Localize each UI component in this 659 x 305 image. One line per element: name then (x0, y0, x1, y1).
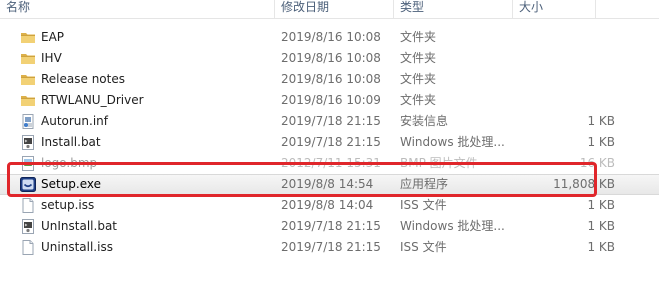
file-date-modified: 2019/7/18 21:15 (281, 219, 381, 233)
batch-file-icon (20, 219, 36, 234)
file-row[interactable]: EAP 2019/8/16 10:08 文件夹 (0, 27, 659, 48)
folder-icon (20, 51, 36, 66)
file-name: RTWLANU_Driver (41, 93, 144, 107)
folder-icon (20, 93, 36, 108)
file-type: 文件夹 (400, 72, 437, 86)
column-header-name[interactable]: 名称 (0, 0, 275, 18)
file-row[interactable]: Release notes 2019/8/16 10:08 文件夹 (0, 69, 659, 90)
file-size (500, 69, 615, 90)
folder-icon (20, 72, 36, 87)
file-date-modified: 2019/8/16 10:08 (281, 30, 381, 44)
setup-info-icon (20, 114, 36, 129)
file-type: ISS 文件 (400, 240, 447, 254)
file-name: Install.bat (41, 135, 101, 149)
file-type: 文件夹 (400, 30, 437, 44)
column-header-size[interactable]: 大小 (513, 0, 596, 18)
file-type: Windows 批处理... (400, 219, 505, 233)
file-date-modified: 2019/8/8 14:04 (281, 198, 374, 212)
file-row[interactable]: UnInstall.bat 2019/7/18 21:15 Windows 批处理.… (0, 216, 659, 237)
blank-file-icon (20, 198, 36, 213)
file-size (500, 48, 615, 69)
file-date-modified: 2019/8/16 10:08 (281, 51, 381, 65)
file-name: EAP (41, 30, 65, 44)
file-type: 文件夹 (400, 51, 437, 65)
file-type: 文件夹 (400, 93, 437, 107)
file-row[interactable]: Autorun.inf 2019/7/18 21:15 安装信息 1 KB (0, 111, 659, 132)
column-header-bar: 名称 修改日期 类型 大小 (0, 0, 659, 19)
file-type: ISS 文件 (400, 198, 447, 212)
file-date-modified: 2019/7/18 21:15 (281, 114, 381, 128)
column-header-type[interactable]: 类型 (394, 0, 513, 18)
file-date-modified: 2019/7/18 21:15 (281, 240, 381, 254)
file-date-modified: 2019/8/16 10:08 (281, 72, 381, 86)
batch-file-icon (20, 135, 36, 150)
file-name: Autorun.inf (41, 114, 108, 128)
file-date-modified: 2019/7/18 21:15 (281, 135, 381, 149)
file-size (500, 90, 615, 111)
file-type: Windows 批处理... (400, 135, 505, 149)
file-name: IHV (41, 51, 62, 65)
file-size: 1 KB (587, 198, 615, 212)
file-type: 安装信息 (400, 114, 449, 128)
file-name: Uninstall.iss (41, 240, 113, 254)
column-header-date[interactable]: 修改日期 (275, 0, 394, 18)
file-size: 1 KB (587, 219, 615, 233)
file-size: 1 KB (587, 114, 615, 128)
file-size (500, 27, 615, 48)
file-name: Release notes (41, 72, 125, 86)
file-row[interactable]: Install.bat 2019/7/18 21:15 Windows 批处理...… (0, 132, 659, 153)
file-row[interactable]: IHV 2019/8/16 10:08 文件夹 (0, 48, 659, 69)
file-size: 1 KB (587, 135, 615, 149)
file-row[interactable]: Uninstall.iss 2019/7/18 21:15 ISS 文件 1 KB (0, 237, 659, 258)
file-row[interactable]: setup.iss 2019/8/8 14:04 ISS 文件 1 KB (0, 195, 659, 216)
file-size: 1 KB (587, 240, 615, 254)
file-row[interactable]: RTWLANU_Driver 2019/8/16 10:09 文件夹 (0, 90, 659, 111)
file-name: UnInstall.bat (41, 219, 118, 233)
folder-icon (20, 30, 36, 45)
file-date-modified: 2019/8/16 10:09 (281, 93, 381, 107)
highlight-box (7, 162, 597, 197)
blank-file-icon (20, 240, 36, 255)
file-name: setup.iss (41, 198, 95, 212)
